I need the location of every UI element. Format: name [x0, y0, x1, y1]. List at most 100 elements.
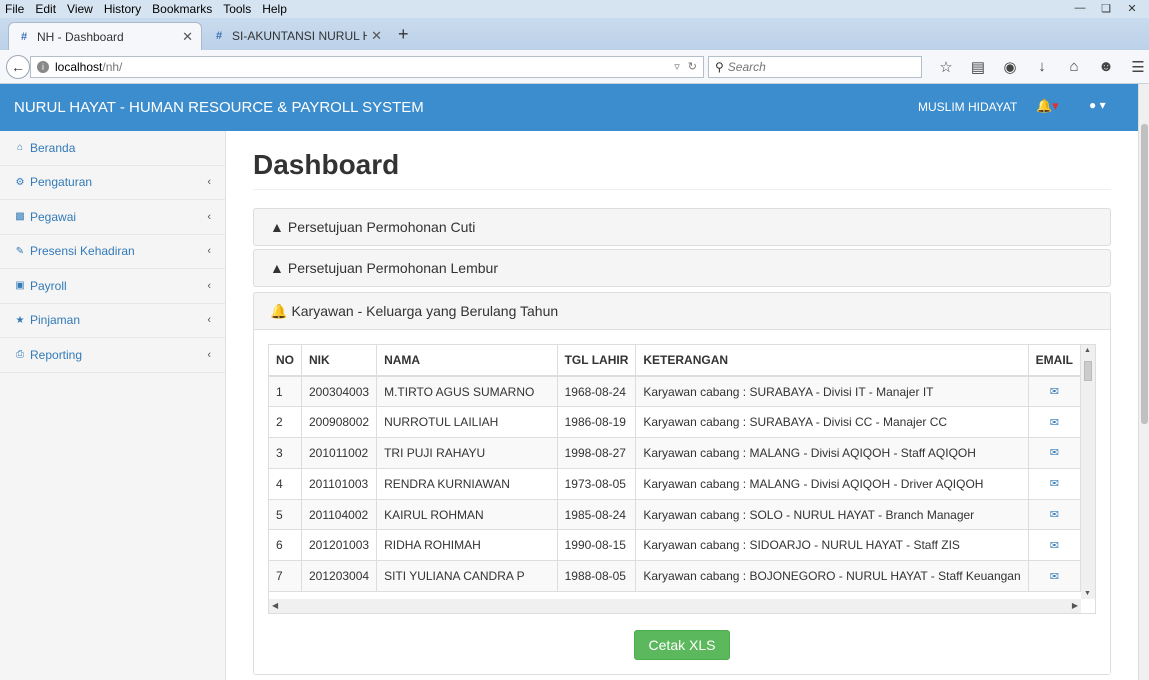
sidebar-item-presensi[interactable]: ✎ Presensi Kehadiran ‹ — [0, 235, 225, 269]
menu-file[interactable]: File — [0, 2, 30, 16]
cell-no: 4 — [269, 468, 302, 500]
cell-no: 5 — [269, 499, 302, 531]
new-tab-icon[interactable]: + — [398, 24, 409, 45]
menu-help[interactable]: Help — [257, 2, 293, 16]
menu-history[interactable]: History — [99, 2, 147, 16]
table-horizontal-scrollbar[interactable]: ◀ ▶ — [269, 599, 1081, 613]
envelope-icon[interactable]: ✉ — [1050, 447, 1059, 459]
col-header-tgl-lahir[interactable]: TGL LAHIR — [557, 345, 637, 377]
chat-icon[interactable]: ☻ — [1090, 58, 1122, 76]
chevron-left-icon: ‹ — [207, 245, 211, 258]
birthday-table: NO NIK NAMA TGL LAHIR KETERANGAN EMAIL 1… — [269, 345, 1082, 593]
cell-keterangan: Karyawan cabang : SURABAYA - Divisi CC -… — [635, 406, 1029, 439]
menu-tools[interactable]: Tools — [218, 2, 257, 16]
hamburger-menu-icon[interactable]: ☰ — [1122, 58, 1149, 76]
search-bar[interactable]: ⚲ — [708, 56, 922, 78]
sidebar-item-pengaturan[interactable]: ⚙ Pengaturan ‹ — [0, 166, 225, 200]
envelope-icon[interactable]: ✉ — [1050, 417, 1059, 429]
cell-keterangan: Karyawan cabang : SURABAYA - Divisi IT -… — [635, 376, 1029, 408]
page-scrollbar[interactable] — [1138, 84, 1149, 680]
reload-icon[interactable]: ↻ — [688, 60, 697, 73]
scroll-left-icon[interactable]: ◀ — [272, 601, 278, 610]
table-scrollbar-thumb[interactable] — [1084, 361, 1092, 381]
close-tab-icon[interactable]: ✕ — [371, 28, 382, 44]
cell-nik: 201101003 — [301, 468, 378, 500]
close-tab-icon[interactable]: ✕ — [182, 29, 193, 45]
scroll-down-icon[interactable]: ▼ — [1084, 590, 1091, 597]
bookmark-star-icon[interactable]: ☆ — [930, 58, 962, 76]
sidebar-item-beranda[interactable]: ⌂ Beranda — [0, 131, 225, 166]
panel-ulang-tahun-header[interactable]: 🔔 Karyawan - Keluarga yang Berulang Tahu… — [254, 293, 1110, 329]
panel-ulang-tahun-body: NO NIK NAMA TGL LAHIR KETERANGAN EMAIL 1… — [254, 329, 1110, 674]
cell-nik: 201104002 — [301, 499, 378, 531]
envelope-icon[interactable]: ✉ — [1050, 571, 1059, 583]
col-header-keterangan[interactable]: KETERANGAN — [635, 345, 1029, 377]
cell-email: ✉ — [1028, 499, 1082, 531]
dropdown-icon[interactable]: ▿ — [674, 60, 680, 73]
scroll-up-icon[interactable]: ▲ — [1084, 347, 1091, 354]
user-profile-icon[interactable]: ● ▾ — [1089, 98, 1106, 112]
panel-lembur-header[interactable]: ▲ Persetujuan Permohonan Lembur — [254, 250, 1110, 286]
notification-bell-icon[interactable]: 🔔▾ — [1036, 98, 1059, 114]
envelope-icon[interactable]: ✉ — [1050, 540, 1059, 552]
envelope-icon[interactable]: ✉ — [1050, 509, 1059, 521]
panel-cuti-header[interactable]: ▲ Persetujuan Permohonan Cuti — [254, 209, 1110, 245]
url-host: localhost — [55, 60, 103, 74]
cell-nama: RENDRA KURNIAWAN — [376, 468, 558, 500]
restore-icon[interactable]: ❏ — [1095, 0, 1117, 16]
cell-email: ✉ — [1028, 406, 1082, 439]
home-icon[interactable]: ⌂ — [1058, 58, 1090, 76]
close-window-icon[interactable]: ✕ — [1121, 0, 1143, 16]
cell-keterangan: Karyawan cabang : BOJONEGORO - NURUL HAY… — [635, 560, 1029, 593]
menu-view[interactable]: View — [62, 2, 99, 16]
cell-email: ✉ — [1028, 468, 1082, 500]
cell-no: 2 — [269, 406, 302, 439]
user-name[interactable]: MUSLIM HIDAYAT — [918, 100, 1017, 114]
cell-nik: 201203004 — [301, 560, 378, 593]
col-header-no[interactable]: NO — [269, 345, 302, 377]
cell-no: 3 — [269, 437, 302, 469]
chevron-left-icon: ‹ — [207, 279, 211, 292]
cell-nik: 201011002 — [301, 437, 378, 469]
table-row: 6 201201003 RIDHA ROHIMAH 1990-08-15 Kar… — [269, 529, 1082, 562]
search-input[interactable] — [727, 60, 908, 74]
url-bar[interactable]: i localhost/nh/ ▿ ↻ — [30, 56, 704, 78]
menu-edit[interactable]: Edit — [30, 2, 62, 16]
cell-no: 1 — [269, 376, 302, 408]
info-icon[interactable]: i — [37, 61, 49, 73]
cell-tgl-lahir: 1986-08-19 — [557, 406, 637, 439]
reading-list-icon[interactable]: ▤ — [962, 58, 994, 76]
menu-bookmarks[interactable]: Bookmarks — [147, 2, 218, 16]
tab-dashboard[interactable]: # NH - Dashboard ✕ — [8, 22, 202, 50]
home-icon: ⌂ — [16, 142, 24, 154]
birthday-table-wrapper[interactable]: NO NIK NAMA TGL LAHIR KETERANGAN EMAIL 1… — [268, 344, 1096, 614]
tab-akuntansi[interactable]: # SI-AKUNTANSI NURUL HA... ✕ — [204, 22, 390, 50]
download-icon[interactable]: ↓ — [1026, 58, 1058, 76]
browser-tabbar: # NH - Dashboard ✕ # SI-AKUNTANSI NURUL … — [0, 18, 1149, 50]
app-brand[interactable]: NURUL HAYAT - HUMAN RESOURCE & PAYROLL S… — [14, 99, 424, 116]
table-vertical-scrollbar[interactable]: ▲ ▼ — [1081, 345, 1095, 599]
envelope-icon[interactable]: ✉ — [1050, 386, 1059, 398]
sidebar-item-pegawai[interactable]: ▩ Pegawai ‹ — [0, 200, 225, 235]
pocket-icon[interactable]: ◉ — [994, 58, 1026, 76]
envelope-icon[interactable]: ✉ — [1050, 478, 1059, 490]
cell-nama: KAIRUL ROHMAN — [376, 499, 558, 531]
sidebar-item-pinjaman[interactable]: ★ Pinjaman ‹ — [0, 304, 225, 338]
cell-keterangan: Karyawan cabang : MALANG - Divisi AQIQOH… — [635, 468, 1029, 500]
sidebar-item-payroll[interactable]: ▣ Payroll ‹ — [0, 269, 225, 304]
col-header-email[interactable]: EMAIL — [1028, 345, 1082, 377]
panel-cuti: ▲ Persetujuan Permohonan Cuti — [253, 208, 1111, 246]
minimize-icon[interactable]: — — [1069, 0, 1091, 16]
back-button[interactable]: ← — [6, 55, 30, 79]
cell-keterangan: Karyawan cabang : SOLO - NURUL HAYAT - B… — [635, 499, 1029, 531]
page-scrollbar-thumb[interactable] — [1141, 124, 1148, 424]
col-header-nik[interactable]: NIK — [301, 345, 378, 377]
sidebar-item-reporting[interactable]: ⎙ Reporting ‹ — [0, 338, 225, 373]
cell-tgl-lahir: 1973-08-05 — [557, 468, 637, 500]
cell-nama: NURROTUL LAILIAH — [376, 406, 558, 439]
col-header-nama[interactable]: NAMA — [376, 345, 558, 377]
tab-title: NH - Dashboard — [37, 29, 124, 44]
sidebar: ⌂ Beranda ⚙ Pengaturan ‹ ▩ Pegawai ‹ ✎ P… — [0, 131, 226, 680]
cetak-xls-button[interactable]: Cetak XLS — [633, 630, 731, 660]
scroll-right-icon[interactable]: ▶ — [1072, 601, 1078, 610]
